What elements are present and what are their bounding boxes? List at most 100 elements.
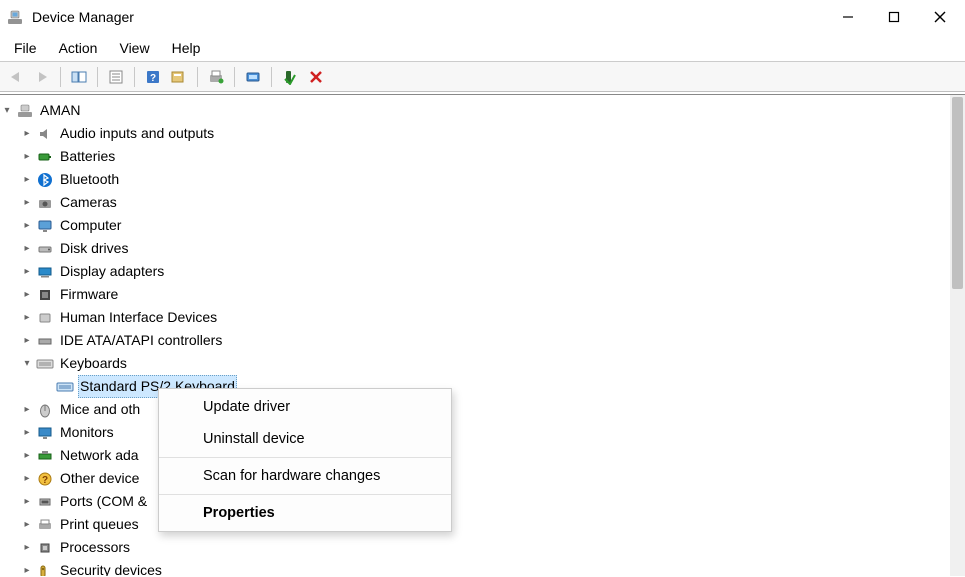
node-label[interactable]: Other device [58,468,141,490]
menu-help[interactable]: Help [162,36,211,60]
node-label[interactable]: Firmware [58,284,120,306]
node-label[interactable]: Disk drives [58,238,130,260]
context-uninstall-device[interactable]: Uninstall device [159,423,451,455]
context-properties[interactable]: Properties [159,497,451,529]
node-label[interactable]: Print queues [58,514,141,536]
device-manager-icon [6,8,24,26]
help-button[interactable]: ? [141,65,165,89]
tree-node[interactable]: ▸ Network ada [0,444,965,467]
vertical-scrollbar[interactable] [950,95,965,576]
forward-button[interactable] [30,65,54,89]
node-label[interactable]: Ports (COM & [58,491,149,513]
collapse-arrow-icon[interactable]: ▸ [20,127,34,141]
expand-arrow-icon[interactable]: ▾ [0,104,14,118]
context-scan-hardware[interactable]: Scan for hardware changes [159,460,451,492]
node-label[interactable]: IDE ATA/ATAPI controllers [58,330,224,352]
tree-node[interactable]: ▸ ? Other device [0,467,965,490]
window-title: Device Manager [32,9,825,25]
collapse-arrow-icon[interactable]: ▸ [20,518,34,532]
device-tree[interactable]: ▾ AMAN ▸ Audio inputs and outputs ▸ Batt… [0,95,965,576]
tree-node[interactable]: ▸ Disk drives [0,237,965,260]
other-device-icon: ? [36,471,54,487]
node-label[interactable]: Cameras [58,192,119,214]
tree-node[interactable]: ▸ Cameras [0,191,965,214]
collapse-arrow-icon[interactable]: ▸ [20,334,34,348]
context-menu-sep [159,494,451,495]
printer-icon [36,517,54,533]
tree-node[interactable]: ▸ Security devices [0,559,965,576]
collapse-arrow-icon[interactable]: ▸ [20,311,34,325]
collapse-arrow-icon[interactable]: ▸ [20,564,34,577]
node-label[interactable]: Monitors [58,422,116,444]
toolbar-sep [234,67,235,87]
tree-node[interactable]: ▸ Bluetooth [0,168,965,191]
collapse-arrow-icon[interactable]: ▸ [20,426,34,440]
collapse-arrow-icon[interactable]: ▸ [20,219,34,233]
keyboard-icon [56,379,74,395]
node-label[interactable]: Batteries [58,146,117,168]
tree-node[interactable]: ▸ IDE ATA/ATAPI controllers [0,329,965,352]
context-update-driver[interactable]: Update driver [159,391,451,423]
menu-action[interactable]: Action [49,36,108,60]
tree-node[interactable]: ▸ Display adapters [0,260,965,283]
node-label[interactable]: Keyboards [58,353,129,375]
ide-controller-icon [36,333,54,349]
tree-node-keyboards[interactable]: ▾ Keyboards [0,352,965,375]
print-button[interactable] [204,65,228,89]
collapse-arrow-icon[interactable]: ▸ [20,288,34,302]
tree-node[interactable]: ▸ Human Interface Devices [0,306,965,329]
back-button[interactable] [4,65,28,89]
close-button[interactable] [917,0,963,34]
enable-device-button[interactable] [278,65,302,89]
tree-node[interactable]: ▸ Audio inputs and outputs [0,122,965,145]
node-label[interactable]: Audio inputs and outputs [58,123,216,145]
minimize-button[interactable] [825,0,871,34]
collapse-arrow-icon[interactable]: ▸ [20,449,34,463]
collapse-arrow-icon[interactable]: ▸ [20,403,34,417]
node-label[interactable]: Bluetooth [58,169,121,191]
tree-node[interactable]: ▸ Monitors [0,421,965,444]
tree-node[interactable]: ▸ Print queues [0,513,965,536]
tree-node[interactable]: ▸ Ports (COM & [0,490,965,513]
node-label[interactable]: AMAN [38,100,82,122]
scan-hardware-button[interactable] [241,65,265,89]
collapse-arrow-icon[interactable]: ▸ [20,472,34,486]
collapse-arrow-icon[interactable]: ▸ [20,242,34,256]
mouse-icon [36,402,54,418]
tree-node[interactable]: ▸ Firmware [0,283,965,306]
node-label[interactable]: Display adapters [58,261,166,283]
action-button[interactable] [167,65,191,89]
collapse-arrow-icon[interactable]: ▸ [20,541,34,555]
desktop-icon [36,218,54,234]
tree-node[interactable]: ▸ Processors [0,536,965,559]
collapse-arrow-icon[interactable]: ▸ [20,495,34,509]
node-label[interactable]: Computer [58,215,123,237]
tree-node[interactable]: ▸ Batteries [0,145,965,168]
node-label[interactable]: Mice and oth [58,399,142,421]
node-label[interactable]: Security devices [58,560,164,576]
context-menu-sep [159,457,451,458]
tree-node-ps2-keyboard[interactable]: Standard PS/2 Keyboard [0,375,965,398]
scrollbar-thumb[interactable] [952,97,963,289]
node-label[interactable]: Processors [58,537,132,559]
security-icon [36,563,54,577]
tree-node[interactable]: ▸ Mice and oth [0,398,965,421]
show-hide-tree-button[interactable] [67,65,91,89]
svg-text:?: ? [42,475,48,486]
tree-node[interactable]: ▸ Computer [0,214,965,237]
node-label[interactable]: Network ada [58,445,141,467]
expand-arrow-icon[interactable]: ▾ [20,357,34,371]
node-label[interactable]: Human Interface Devices [58,307,219,329]
maximize-button[interactable] [871,0,917,34]
menu-file[interactable]: File [4,36,47,60]
uninstall-device-button[interactable] [304,65,328,89]
collapse-arrow-icon[interactable]: ▸ [20,173,34,187]
collapse-arrow-icon[interactable]: ▸ [20,196,34,210]
network-adapter-icon [36,448,54,464]
tree-node-root[interactable]: ▾ AMAN [0,99,965,122]
menu-view[interactable]: View [109,36,159,60]
collapse-arrow-icon[interactable]: ▸ [20,150,34,164]
battery-icon [36,149,54,165]
properties-button[interactable] [104,65,128,89]
collapse-arrow-icon[interactable]: ▸ [20,265,34,279]
